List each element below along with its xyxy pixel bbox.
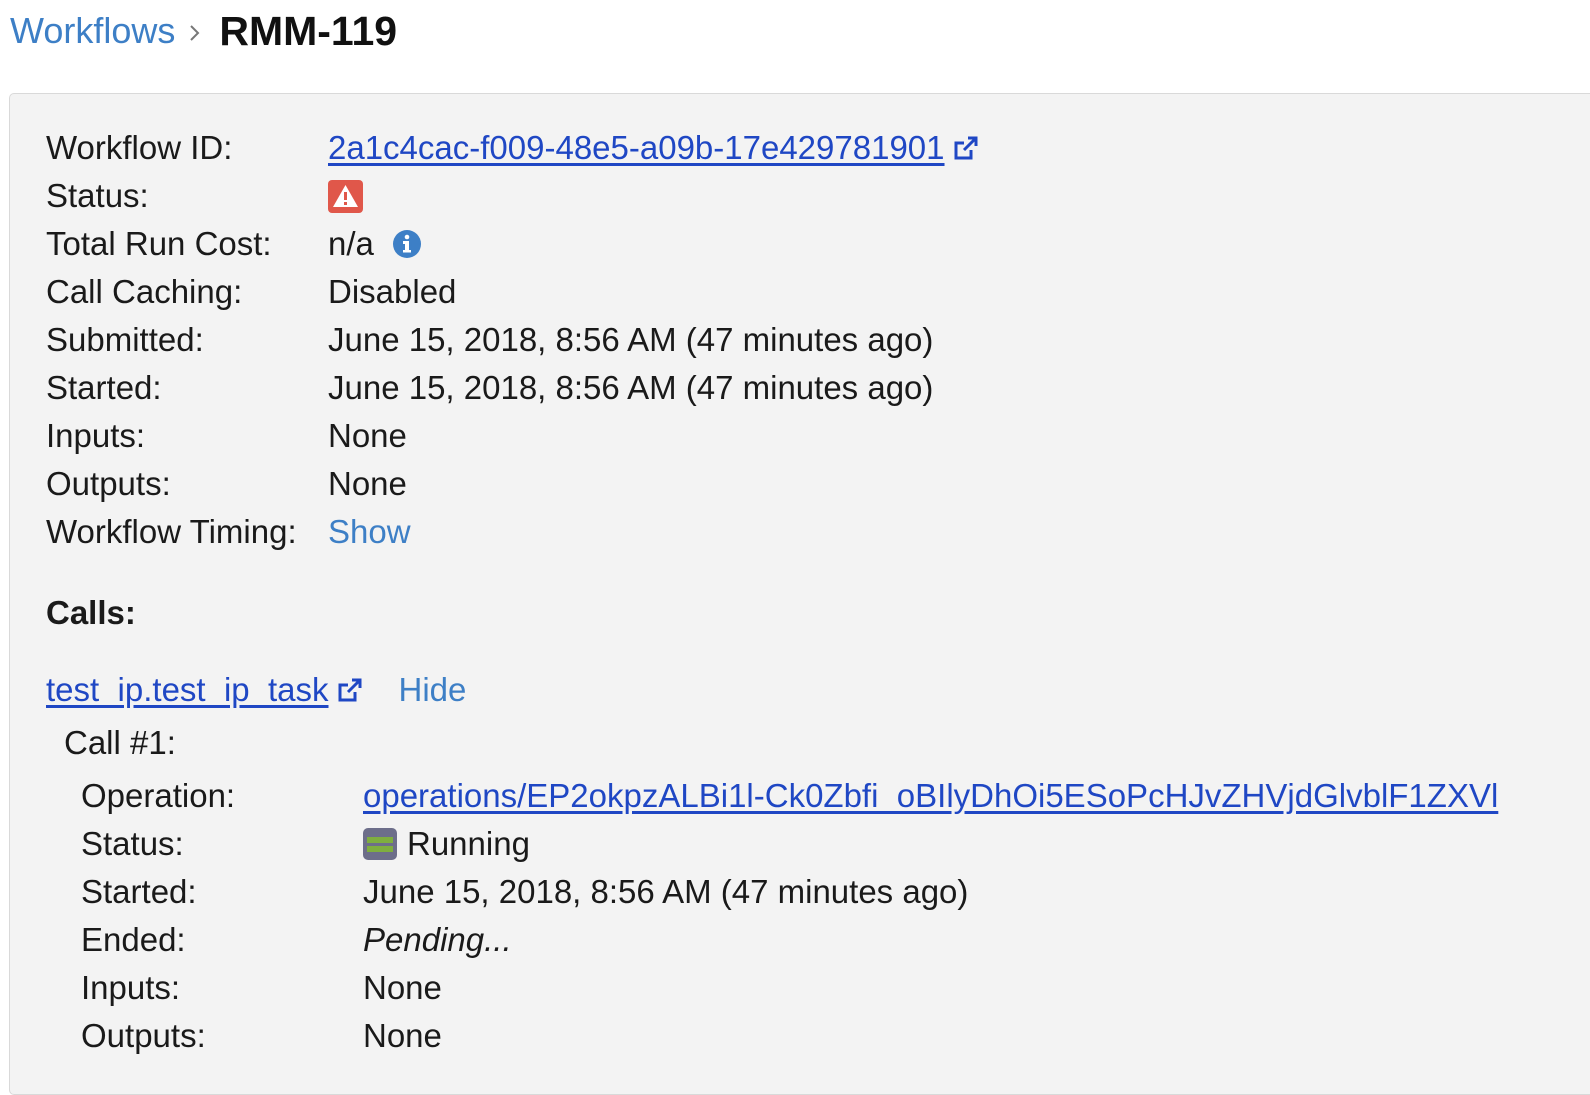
call-caching-value: Disabled [328, 273, 457, 310]
call-outputs-value: None [363, 1017, 442, 1054]
call-ended-row: Ended: Pending... [81, 916, 1498, 964]
workflow-id-row: Workflow ID: 2a1c4cac-f009-48e5-a09b-17e… [46, 124, 981, 172]
task-name-link[interactable]: test_ip.test_ip_task [46, 671, 329, 709]
workflow-timing-label: Workflow Timing: [46, 513, 297, 550]
total-cost-row: Total Run Cost: n/a [46, 220, 981, 268]
inputs-row: Inputs: None [46, 412, 981, 460]
status-label: Status: [46, 177, 149, 214]
call-started-row: Started: June 15, 2018, 8:56 AM (47 minu… [81, 868, 1498, 916]
total-cost-label: Total Run Cost: [46, 225, 272, 262]
workflow-timing-row: Workflow Timing: Show [46, 508, 981, 556]
external-link-icon[interactable] [951, 133, 981, 163]
outputs-row: Outputs: None [46, 460, 981, 508]
call-outputs-row: Outputs: None [81, 1012, 1498, 1060]
workflow-info: Workflow ID: 2a1c4cac-f009-48e5-a09b-17e… [46, 124, 981, 556]
inputs-label: Inputs: [46, 417, 146, 454]
total-cost-value: n/a [328, 225, 374, 262]
call-started-value: June 15, 2018, 8:56 AM (47 minutes ago) [363, 873, 969, 910]
breadcrumb-workflows-link[interactable]: Workflows [10, 10, 175, 52]
call-inputs-label: Inputs: [81, 969, 181, 1006]
call-status-value: Running [407, 825, 530, 862]
call-details: Operation: operations/EP2okpzALBi1l-Ck0Z… [81, 772, 1498, 1060]
operation-link[interactable]: operations/EP2okpzALBi1l-Ck0Zbfi_oBIlyDh… [363, 777, 1498, 815]
calls-heading: Calls: [46, 594, 136, 631]
call-header: test_ip.test_ip_task Hide [46, 666, 466, 714]
chevron-right-icon [189, 25, 201, 41]
operation-label: Operation: [81, 777, 236, 814]
inputs-value: None [328, 417, 407, 454]
submitted-value: June 15, 2018, 8:56 AM (47 minutes ago) [328, 321, 934, 358]
call-caching-label: Call Caching: [46, 273, 243, 310]
call-inputs-value: None [363, 969, 442, 1006]
started-row: Started: June 15, 2018, 8:56 AM (47 minu… [46, 364, 981, 412]
outputs-label: Outputs: [46, 465, 171, 502]
workflow-details-panel: Workflow ID: 2a1c4cac-f009-48e5-a09b-17e… [9, 93, 1590, 1095]
call-status-row: Status: Running [81, 820, 1498, 868]
workflow-id-label: Workflow ID: [46, 129, 233, 166]
warning-icon [328, 179, 363, 213]
started-value: June 15, 2018, 8:56 AM (47 minutes ago) [328, 369, 934, 406]
started-label: Started: [46, 369, 162, 406]
operation-row: Operation: operations/EP2okpzALBi1l-Ck0Z… [81, 772, 1498, 820]
info-icon[interactable] [392, 229, 422, 259]
running-status-icon [363, 828, 397, 860]
call-inputs-row: Inputs: None [81, 964, 1498, 1012]
outputs-value: None [328, 465, 407, 502]
page-title: RMM-119 [219, 7, 398, 54]
call-started-label: Started: [81, 873, 197, 910]
submitted-label: Submitted: [46, 321, 204, 358]
call-status-label: Status: [81, 825, 184, 862]
call-outputs-label: Outputs: [81, 1017, 206, 1054]
call-caching-row: Call Caching: Disabled [46, 268, 981, 316]
status-row: Status: [46, 172, 981, 220]
call-ended-label: Ended: [81, 921, 186, 958]
call-number-label: Call #1: [64, 724, 176, 761]
call-ended-value: Pending... [363, 921, 512, 958]
workflow-id-link[interactable]: 2a1c4cac-f009-48e5-a09b-17e429781901 [328, 129, 945, 167]
hide-call-button[interactable]: Hide [399, 671, 467, 709]
external-link-icon[interactable] [335, 675, 365, 705]
show-timing-button[interactable]: Show [328, 513, 411, 551]
breadcrumb: Workflows RMM-119 [10, 0, 397, 62]
submitted-row: Submitted: June 15, 2018, 8:56 AM (47 mi… [46, 316, 981, 364]
